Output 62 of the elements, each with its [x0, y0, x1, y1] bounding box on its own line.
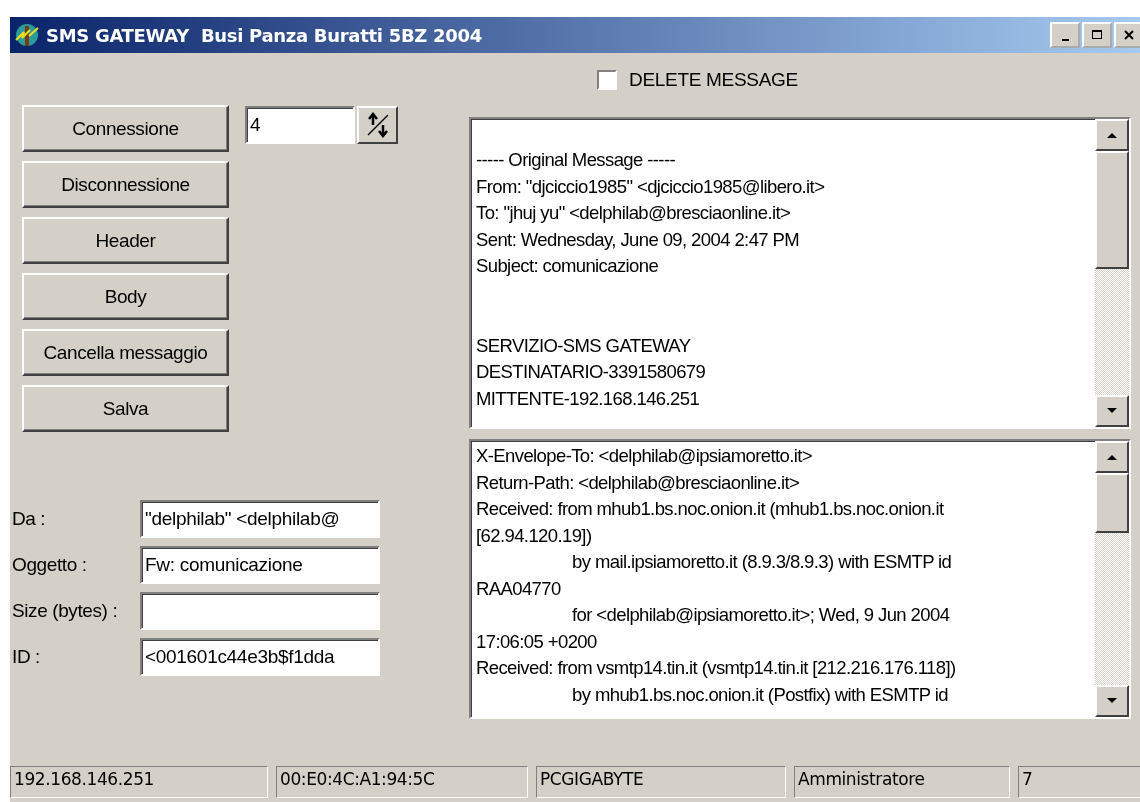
memo-line: [62.94.120.19]) — [476, 523, 593, 548]
checkbox[interactable] — [597, 70, 617, 90]
status-panel: 00:E0:4C:A1:94:5C — [276, 766, 528, 798]
input-field[interactable]: <001601c44e3b$f1dda — [140, 638, 380, 676]
memo-line: DESTINATARIO-3391580679 — [476, 360, 707, 384]
memo-line: Return-Path: <delphilab@bresciaonline.it> — [476, 470, 801, 495]
memo-line: X-Envelope-To: <delphilab@ipsiamoretto.it> — [476, 444, 814, 468]
command-button[interactable]: Disconnessione — [22, 161, 229, 208]
memo-line: RAA04770 — [476, 576, 562, 601]
spin-button[interactable] — [357, 106, 398, 144]
memo-line: From: "djciccio1985" <djciccio1985@libero.it> — [476, 174, 826, 199]
memo-line: MITTENTE-192.168.146.251 — [476, 386, 701, 411]
field-label: Size (bytes) : — [12, 600, 119, 622]
status-panel: 192.168.146.251 — [10, 766, 268, 798]
memo-line: Subject: comunicazione — [476, 254, 660, 278]
command-button[interactable]: Body — [22, 273, 229, 320]
caret-up-icon — [1106, 131, 1118, 139]
maximize-icon — [1091, 29, 1103, 41]
antenna-icon — [14, 22, 40, 48]
close-icon — [1123, 29, 1135, 41]
memo-line: Sent: Wednesday, June 09, 2004 2:47 PM — [476, 227, 801, 252]
scrollbar[interactable] — [1095, 119, 1129, 427]
scroll-up-button[interactable] — [1095, 119, 1129, 151]
status-panel: 7 — [1018, 766, 1140, 798]
command-button[interactable]: Cancella messaggio — [22, 329, 229, 376]
command-button[interactable]: Connessione — [22, 105, 229, 152]
field-label: Oggetto : — [12, 554, 88, 576]
scroll-down-button[interactable] — [1095, 685, 1129, 717]
scroll-down-button[interactable] — [1095, 395, 1129, 427]
memo-line: by mhub1.bs.noc.onion.it (Postfix) with ESMTP id — [571, 682, 949, 707]
input-field[interactable]: Fw: comunicazione — [140, 546, 380, 584]
field-label: ID : — [12, 646, 41, 668]
memo-line: 17:06:05 +0200 — [476, 629, 598, 654]
status-panel: PCGIGABYTE — [536, 766, 786, 798]
message-body-memo[interactable] — [469, 117, 1131, 429]
memo-line: SERVIZIO-SMS GATEWAY — [476, 333, 692, 358]
window-title: SMS GATEWAY Busi Panza Buratti 5BZ 2004 — [46, 24, 482, 46]
close-button[interactable] — [1114, 22, 1140, 48]
memo-line: Received: from mhub1.bs.noc.onion.it (mhub1.bs.noc.onion.it — [476, 497, 945, 521]
scrollbar[interactable] — [1095, 441, 1129, 717]
memo-line: Received: from vsmtp14.tin.it (vsmtp14.tin.it [212.216.176.118]) — [476, 656, 957, 680]
scroll-up-button[interactable] — [1095, 441, 1129, 473]
input-field[interactable]: "delphilab" <delphilab@ — [140, 500, 380, 538]
caret-down-icon — [1106, 407, 1118, 415]
maximize-button[interactable] — [1082, 22, 1112, 48]
memo-line: by mail.ipsiamoretto.it (8.9.3/8.9.3) with ESMTP id — [571, 550, 953, 574]
delete-message-checkbox[interactable]: DELETE MESSAGE — [597, 65, 1140, 95]
memo-line: for <delphilab@ipsiamoretto.it>; Wed, 9 Jun 2004 — [571, 603, 951, 627]
status-panel: Amministratore — [794, 766, 1010, 798]
field-label: Da : — [12, 508, 47, 530]
header-memo[interactable] — [469, 439, 1131, 719]
number-field[interactable]: 4 — [245, 106, 355, 144]
memo-line: ----- Original Message ----- — [476, 148, 677, 172]
command-button[interactable]: Salva — [22, 385, 229, 432]
command-button[interactable]: Header — [22, 217, 229, 264]
scroll-thumb[interactable] — [1095, 151, 1129, 269]
caret-down-icon — [1106, 697, 1118, 705]
scroll-thumb[interactable] — [1095, 473, 1129, 533]
input-field[interactable] — [140, 592, 380, 630]
memo-line: To: "jhuj yu" <delphilab@bresciaonline.it> — [476, 201, 792, 225]
caret-up-icon — [1106, 453, 1118, 461]
minimize-icon — [1061, 39, 1069, 41]
